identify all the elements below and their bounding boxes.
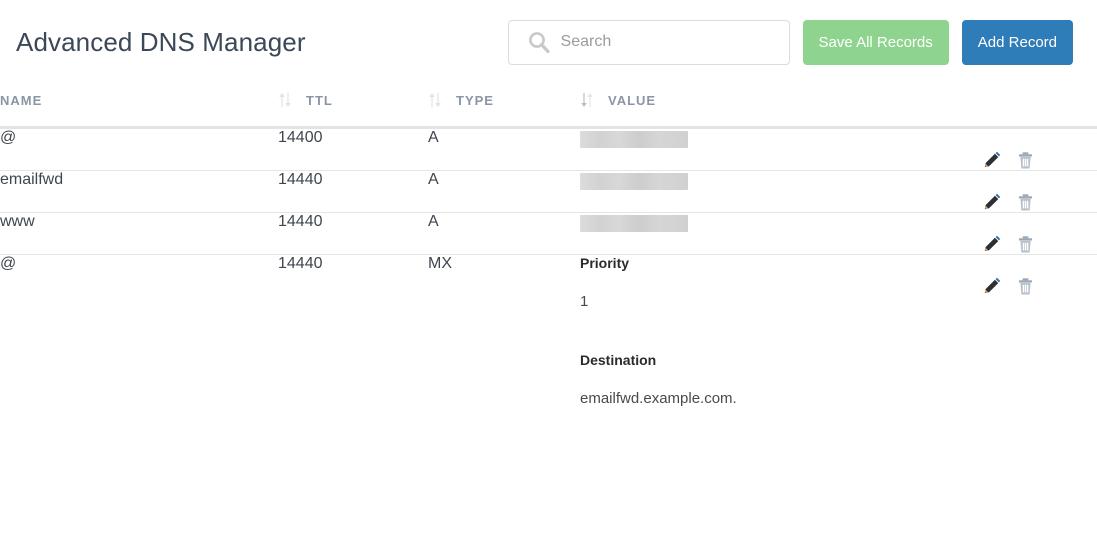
column-header-ttl[interactable]: TTL	[278, 84, 428, 128]
cell-name: emailfwd	[0, 170, 278, 213]
cell-name: @	[0, 127, 278, 171]
column-header-type[interactable]: TYPE	[428, 84, 580, 128]
cell-ttl: 14440	[278, 170, 428, 213]
cell-type: A	[428, 170, 580, 213]
page-header: Advanced DNS Manager Save All Records Ad…	[0, 0, 1097, 84]
redacted-value	[580, 215, 688, 232]
column-header-ttl-label: TTL	[306, 92, 333, 108]
save-all-records-button[interactable]: Save All Records	[802, 19, 949, 65]
table-body: @ 14400 A emailfwd 14440 A www 14440 A @…	[0, 127, 1097, 408]
cell-ttl: 14440	[278, 212, 428, 255]
priority-label: Priority	[580, 255, 630, 271]
dns-manager-page: Advanced DNS Manager Save All Records Ad…	[0, 0, 1097, 554]
delete-icon[interactable]	[1016, 235, 1035, 254]
edit-icon[interactable]	[982, 277, 1001, 296]
table-row: www 14440 A	[0, 212, 1097, 255]
cell-actions	[982, 212, 1097, 255]
edit-icon[interactable]	[982, 235, 1001, 254]
cell-actions	[982, 127, 1097, 171]
cell-type: A	[428, 212, 580, 255]
dns-records-table: NAME TTL TYPE VALUE @ 14400 A emailfwd 1…	[0, 84, 1097, 407]
column-header-name[interactable]: NAME	[0, 84, 278, 128]
column-header-type-label: TYPE	[456, 92, 494, 108]
column-header-value-label: VALUE	[608, 92, 657, 108]
table-row: @ 14400 A	[0, 127, 1097, 171]
priority-value: 1	[580, 293, 589, 310]
cell-actions	[982, 255, 1097, 408]
edit-icon[interactable]	[982, 151, 1001, 170]
redacted-value	[580, 131, 688, 148]
page-title: Advanced DNS Manager	[16, 26, 306, 57]
sort-updown-icon[interactable]	[278, 92, 292, 108]
cell-type: MX	[428, 255, 452, 272]
cell-ttl: 14440	[278, 255, 323, 272]
cell-name: @	[0, 255, 17, 272]
cell-actions	[982, 170, 1097, 213]
cell-value	[580, 170, 982, 213]
destination-label: Destination	[580, 352, 657, 368]
search-field	[507, 19, 790, 65]
edit-icon[interactable]	[982, 193, 1001, 212]
table-row: emailfwd 14440 A	[0, 170, 1097, 213]
cell-ttl: 14400	[278, 127, 428, 171]
sort-updown-icon[interactable]	[428, 92, 442, 108]
column-header-name-label: NAME	[0, 92, 43, 108]
delete-icon[interactable]	[1016, 151, 1035, 170]
cell-type: A	[428, 127, 580, 171]
column-header-value[interactable]: VALUE	[580, 84, 982, 128]
redacted-value	[580, 173, 688, 190]
cell-name: www	[0, 212, 278, 255]
cell-value	[580, 212, 982, 255]
sort-desc-icon[interactable]	[580, 92, 594, 108]
delete-icon[interactable]	[1016, 277, 1035, 296]
delete-icon[interactable]	[1016, 193, 1035, 212]
table-header-row: NAME TTL TYPE VALUE	[0, 84, 1097, 128]
cell-value: Priority 1 Destination emailfwd.example.…	[580, 255, 982, 407]
cell-value	[580, 127, 982, 171]
column-header-actions	[982, 84, 1097, 128]
search-input[interactable]	[507, 19, 790, 65]
table-row: @ 14440 MX Priority 1 Destination emailf…	[0, 255, 1097, 408]
table-header: NAME TTL TYPE VALUE	[0, 84, 1097, 128]
header-controls: Save All Records Add Record	[507, 19, 1073, 65]
add-record-button[interactable]: Add Record	[961, 19, 1073, 65]
destination-value: emailfwd.example.com.	[580, 390, 737, 407]
